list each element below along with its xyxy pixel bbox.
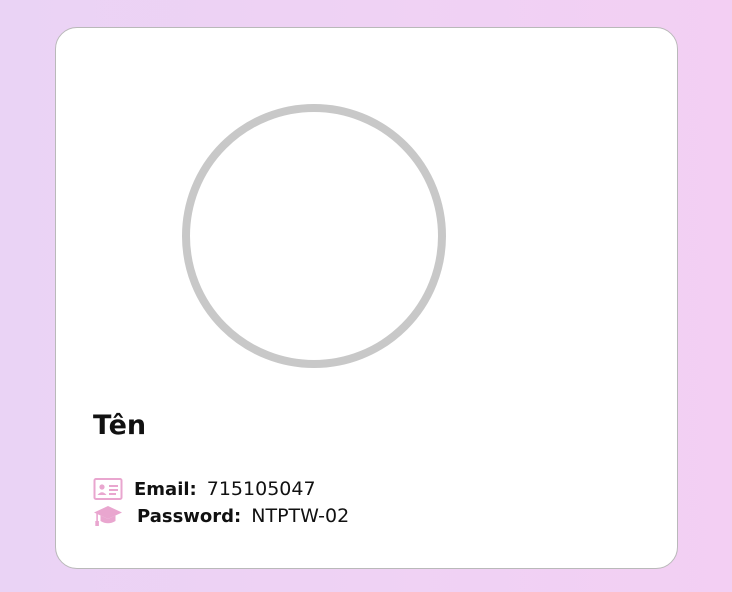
email-label: Email bbox=[134, 478, 190, 500]
profile-card: Tên Email: 715105047 Password: NTPTW-02 bbox=[55, 27, 678, 569]
email-row: Email: 715105047 bbox=[93, 477, 316, 501]
email-value: 715105047 bbox=[206, 478, 316, 500]
profile-name: Tên bbox=[93, 410, 147, 441]
email-separator: : bbox=[189, 478, 197, 500]
avatar bbox=[182, 104, 446, 368]
password-separator: : bbox=[234, 505, 242, 527]
id-card-icon bbox=[93, 477, 123, 501]
password-value: NTPTW-02 bbox=[251, 505, 350, 527]
password-label: Password bbox=[137, 505, 235, 527]
password-row: Password: NTPTW-02 bbox=[93, 504, 349, 528]
graduation-cap-icon bbox=[93, 504, 123, 528]
